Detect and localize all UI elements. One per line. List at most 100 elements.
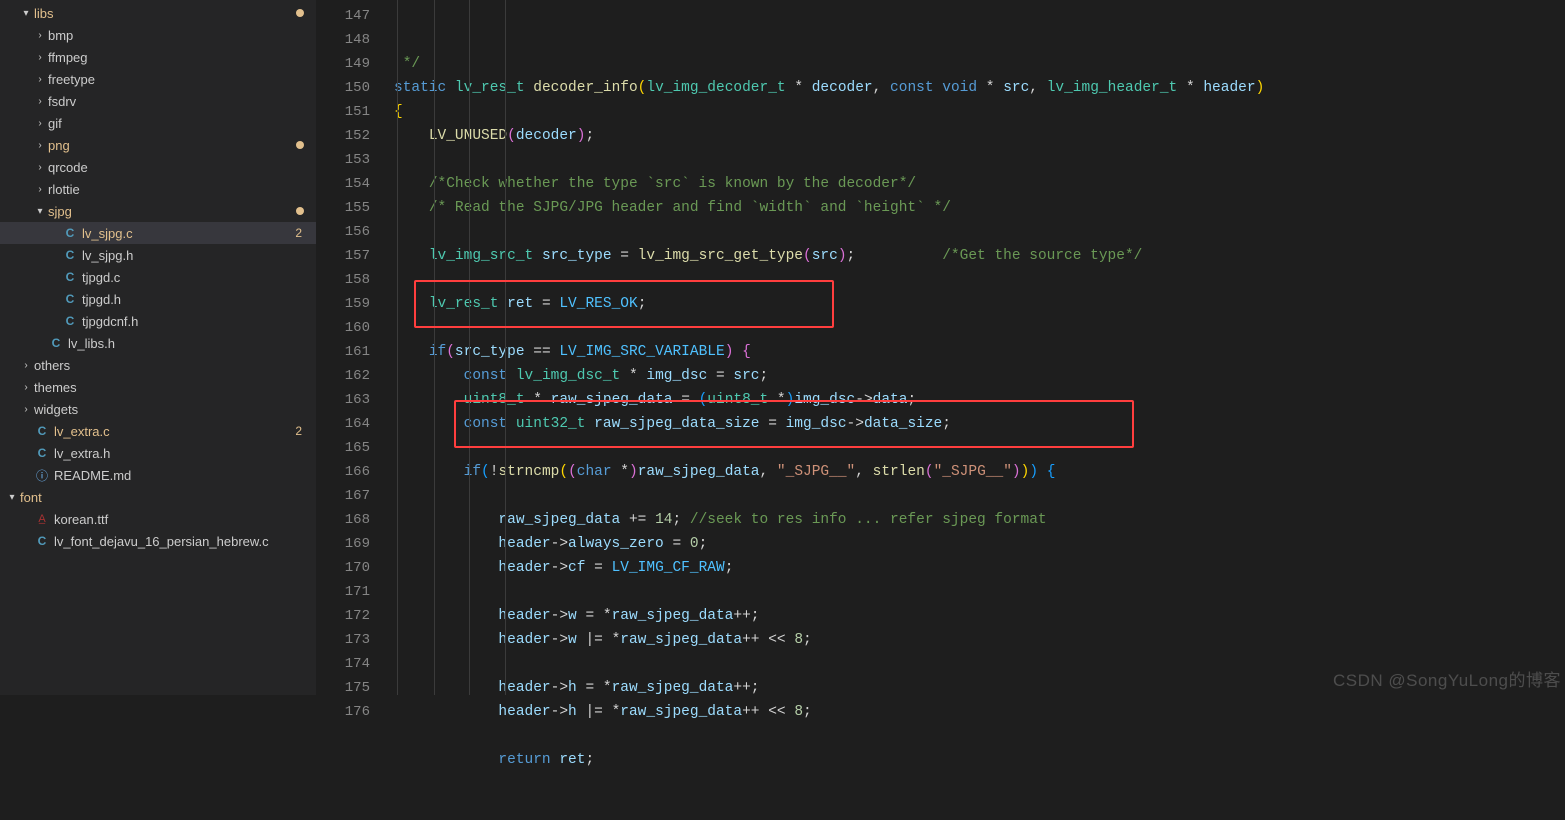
tree-item-label: lv_extra.h [54, 446, 316, 461]
code-line[interactable] [394, 652, 1551, 676]
code-line[interactable]: static lv_res_t decoder_info(lv_img_deco… [394, 76, 1551, 100]
line-number: 159 [316, 292, 370, 316]
tree-item-label: lv_sjpg.h [82, 248, 316, 263]
line-number: 161 [316, 340, 370, 364]
line-number: 171 [316, 580, 370, 604]
code-line[interactable]: header->w = *raw_sjpeg_data++; [394, 604, 1551, 628]
tree-item-lv-libs-h[interactable]: Clv_libs.h [0, 332, 316, 354]
code-line[interactable]: lv_img_src_t src_type = lv_img_src_get_t… [394, 244, 1551, 268]
tree-item-ffmpeg[interactable]: ›ffmpeg [0, 46, 316, 68]
chevron-right-icon: › [18, 379, 34, 395]
tree-item-label: lv_sjpg.c [82, 226, 295, 241]
tree-item-freetype[interactable]: ›freetype [0, 68, 316, 90]
line-number: 154 [316, 172, 370, 196]
code-line[interactable] [394, 316, 1551, 340]
tree-item-lv-extra-c[interactable]: Clv_extra.c2 [0, 420, 316, 442]
code-line[interactable] [394, 220, 1551, 244]
code-line[interactable]: uint8_t * raw_sjpeg_data = (uint8_t *)im… [394, 388, 1551, 412]
editor-scrollbar[interactable] [1551, 0, 1565, 695]
tree-item-libs[interactable]: ▾libs [0, 2, 316, 24]
tree-item-fsdrv[interactable]: ›fsdrv [0, 90, 316, 112]
tree-item-qrcode[interactable]: ›qrcode [0, 156, 316, 178]
tree-item-tjpgd-c[interactable]: Ctjpgd.c [0, 266, 316, 288]
code-line[interactable]: LV_UNUSED(decoder); [394, 124, 1551, 148]
tree-item-label: lv_font_dejavu_16_persian_hebrew.c [54, 534, 316, 549]
c-file-icon: C [62, 291, 78, 307]
chevron-right-icon: › [32, 137, 48, 153]
tree-item-lv-sjpg-c[interactable]: Clv_sjpg.c2 [0, 222, 316, 244]
code-line[interactable]: if(!strncmp((char *)raw_sjpeg_data, "_SJ… [394, 460, 1551, 484]
code-line[interactable]: return ret; [394, 748, 1551, 772]
tree-item-label: tjpgd.c [82, 270, 316, 285]
chevron-right-icon: › [18, 357, 34, 373]
tree-item-label: bmp [48, 28, 316, 43]
code-line[interactable] [394, 724, 1551, 748]
tree-item-rlottie[interactable]: ›rlottie [0, 178, 316, 200]
code-line[interactable]: raw_sjpeg_data += 14; //seek to res info… [394, 508, 1551, 532]
tree-item-themes[interactable]: ›themes [0, 376, 316, 398]
tree-item-label: korean.ttf [54, 512, 316, 527]
tree-item-others[interactable]: ›others [0, 354, 316, 376]
c-file-icon: C [48, 335, 64, 351]
line-number: 157 [316, 244, 370, 268]
code-line[interactable]: header->w |= *raw_sjpeg_data++ << 8; [394, 628, 1551, 652]
line-number: 173 [316, 628, 370, 652]
code-line[interactable]: header->cf = LV_IMG_CF_RAW; [394, 556, 1551, 580]
chevron-right-icon: › [32, 181, 48, 197]
code-line[interactable]: { [394, 100, 1551, 124]
tree-item-label: lv_extra.c [54, 424, 295, 439]
tree-item-bmp[interactable]: ›bmp [0, 24, 316, 46]
chevron-right-icon: › [32, 71, 48, 87]
tree-item-label: fsdrv [48, 94, 316, 109]
code-line[interactable]: /*Check whether the type `src` is known … [394, 172, 1551, 196]
tree-item-lv-font-dejavu-16-persian-hebrew-c[interactable]: Clv_font_dejavu_16_persian_hebrew.c [0, 530, 316, 552]
tree-item-korean-ttf[interactable]: A̲korean.ttf [0, 508, 316, 530]
code-line[interactable] [394, 268, 1551, 292]
code-line[interactable]: header->h = *raw_sjpeg_data++; [394, 676, 1551, 700]
code-line[interactable]: */ [394, 52, 1551, 76]
modified-badge: 2 [295, 424, 302, 438]
file-explorer-sidebar[interactable]: ▾libs›bmp›ffmpeg›freetype›fsdrv›gif›png›… [0, 0, 316, 695]
c-file-icon: C [62, 269, 78, 285]
line-number: 150 [316, 76, 370, 100]
tree-item-tjpgdcnf-h[interactable]: Ctjpgdcnf.h [0, 310, 316, 332]
line-number: 149 [316, 52, 370, 76]
code-line[interactable] [394, 580, 1551, 604]
tree-item-gif[interactable]: ›gif [0, 112, 316, 134]
tree-item-label: font [20, 490, 316, 505]
tree-item-label: others [34, 358, 316, 373]
code-line[interactable] [394, 484, 1551, 508]
c-file-icon: C [62, 313, 78, 329]
tree-item-label: themes [34, 380, 316, 395]
code-editor[interactable]: 1471481491501511521531541551561571581591… [316, 0, 1565, 695]
chevron-down-icon: ▾ [18, 5, 34, 21]
tree-item-label: tjpgdcnf.h [82, 314, 316, 329]
tree-item-png[interactable]: ›png [0, 134, 316, 156]
code-line[interactable] [394, 436, 1551, 460]
tree-item-readme-md[interactable]: ⓘREADME.md [0, 464, 316, 486]
modified-dot-icon [296, 141, 304, 149]
line-number: 148 [316, 28, 370, 52]
tree-item-widgets[interactable]: ›widgets [0, 398, 316, 420]
code-line[interactable]: const uint32_t raw_sjpeg_data_size = img… [394, 412, 1551, 436]
code-line[interactable]: lv_res_t ret = LV_RES_OK; [394, 292, 1551, 316]
tree-item-label: lv_libs.h [68, 336, 316, 351]
tree-item-label: widgets [34, 402, 316, 417]
tree-item-lv-sjpg-h[interactable]: Clv_sjpg.h [0, 244, 316, 266]
line-number: 168 [316, 508, 370, 532]
tree-item-label: rlottie [48, 182, 316, 197]
code-line[interactable]: header->h |= *raw_sjpeg_data++ << 8; [394, 700, 1551, 724]
tree-item-tjpgd-h[interactable]: Ctjpgd.h [0, 288, 316, 310]
tree-item-font[interactable]: ▾font [0, 486, 316, 508]
line-number: 169 [316, 532, 370, 556]
code-line[interactable]: header->always_zero = 0; [394, 532, 1551, 556]
tree-item-lv-extra-h[interactable]: Clv_extra.h [0, 442, 316, 464]
code-content[interactable]: */static lv_res_t decoder_info(lv_img_de… [394, 0, 1551, 695]
code-line[interactable]: /* Read the SJPG/JPG header and find `wi… [394, 196, 1551, 220]
code-line[interactable]: if(src_type == LV_IMG_SRC_VARIABLE) { [394, 340, 1551, 364]
modified-dot-icon [296, 9, 304, 17]
code-line[interactable] [394, 148, 1551, 172]
info-file-icon: ⓘ [34, 467, 50, 483]
code-line[interactable]: const lv_img_dsc_t * img_dsc = src; [394, 364, 1551, 388]
tree-item-sjpg[interactable]: ▾sjpg [0, 200, 316, 222]
